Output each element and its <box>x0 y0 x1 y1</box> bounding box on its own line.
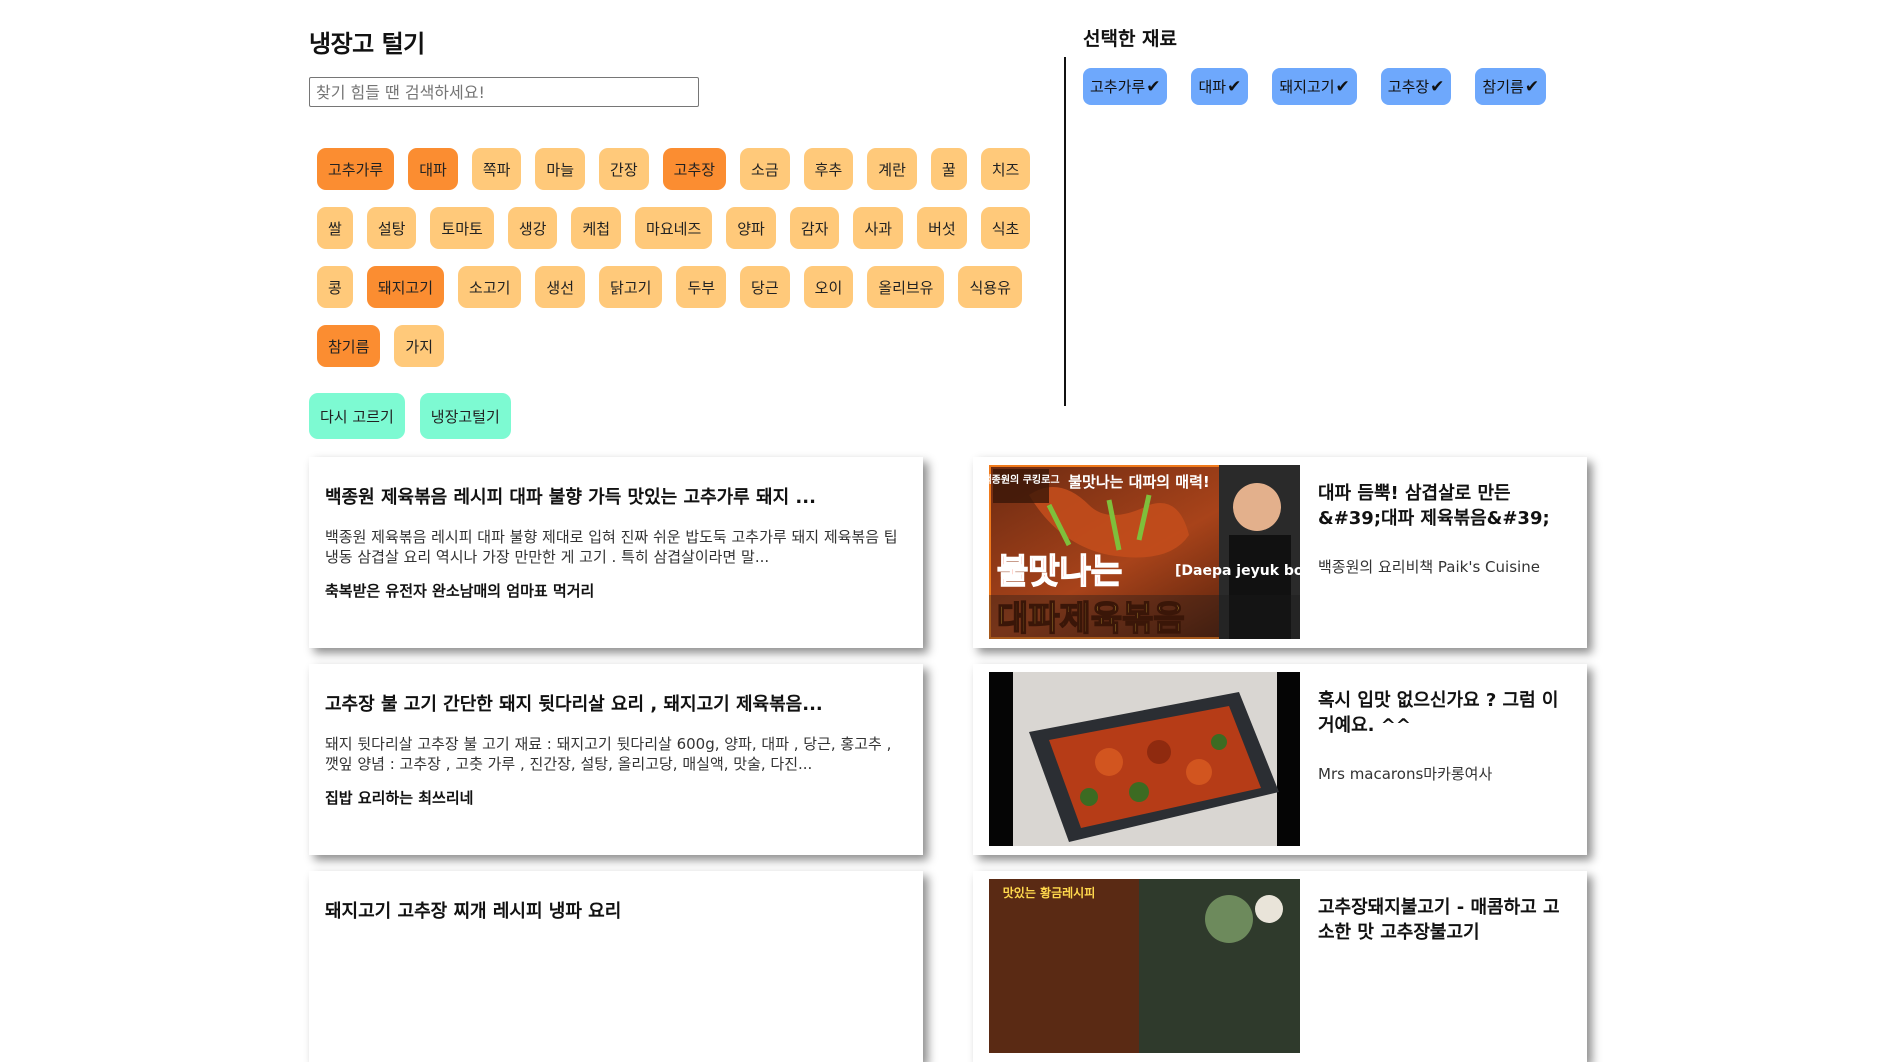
blog-description: 백종원 제육볶음 레시피 대파 불향 제대로 입혀 진짜 쉬운 밥도둑 고추가루… <box>325 528 898 566</box>
ingredient-chip[interactable]: 생선 <box>535 266 586 308</box>
video-thumbnail[interactable] <box>989 672 1300 846</box>
ingredient-chip-list: 고추가루 대파 쪽파 마늘 간장 고추장 소금 후추 계란 꿀 치즈쌀 설탕 토마토 생강 케첩 마요네즈 양파… <box>317 148 1062 384</box>
check-icon: ✔ <box>1146 76 1161 97</box>
ingredient-chip[interactable]: 감자 <box>789 207 840 249</box>
thumbnail-headline-2: 대파제육볶음 <box>997 599 1185 639</box>
video-card[interactable]: 백종원의 쿠킹로그 불맛나는 대파의 매력! 불맛나는 [Daepa jeyuk… <box>973 457 1587 648</box>
selected-ingredient-chip[interactable]: 참기름 ✔ <box>1475 68 1547 105</box>
blog-title[interactable]: 고추장 불 고기 간단한 돼지 뒷다리살 요리 , 돼지고기 제육볶음... <box>325 690 907 716</box>
video-thumbnail-image: 백종원의 쿠킹로그 불맛나는 대파의 매력! 불맛나는 [Daepa jeyuk… <box>989 465 1300 639</box>
ingredient-chip[interactable]: 올리브유 <box>867 266 945 308</box>
ingredient-chip[interactable]: 마요네즈 <box>635 207 713 249</box>
action-bar: 다시 고르기 냉장고털기 <box>309 393 511 439</box>
video-channel: Mrs macarons마카롱여사 <box>1318 765 1493 783</box>
ingredient-chip[interactable]: 식용유 <box>958 266 1022 308</box>
ingredient-chip[interactable]: 생강 <box>507 207 558 249</box>
video-title[interactable]: 혹시 입맛 없으신가요 ? 그럼 이거예요. ^^ <box>1318 688 1568 738</box>
selected-ingredient-label: 고추장 <box>1387 78 1430 96</box>
blog-card[interactable]: 고추장 불 고기 간단한 돼지 뒷다리살 요리 , 돼지고기 제육볶음... 돼… <box>309 664 923 855</box>
video-thumbnail[interactable]: 백종원의 쿠킹로그 불맛나는 대파의 매력! 불맛나는 [Daepa jeyuk… <box>989 465 1300 639</box>
ingredient-chip[interactable]: 버섯 <box>917 207 967 249</box>
thumbnail-badge-text: 맛있는 황금레시피 <box>1003 885 1096 900</box>
selected-panel-title: 선택한 재료 <box>1083 28 1178 50</box>
video-card[interactable]: 맛있는 황금레시피 고추장돼지불고기 - 매콤하고 고소한 맛 고추장불고기 <box>973 871 1587 1062</box>
selected-ingredient-label: 대파 <box>1198 78 1227 96</box>
page-title: 냉장고 털기 <box>309 30 425 58</box>
ingredient-chip[interactable]: 꿀 <box>930 148 967 190</box>
ingredient-chip[interactable]: 설탕 <box>366 207 417 249</box>
check-icon: ✔ <box>1227 76 1242 97</box>
ingredient-chip[interactable]: 쪽파 <box>471 148 522 190</box>
ingredient-chip[interactable]: 양파 <box>726 207 776 249</box>
video-thumbnail-image: 맛있는 황금레시피 <box>989 879 1300 1053</box>
ingredient-chip[interactable]: 쌀 <box>317 207 353 249</box>
thumbnail-top-text: 불맛나는 대파의 매력! <box>1068 473 1210 491</box>
selected-ingredient-label: 고추가루 <box>1090 78 1146 96</box>
ingredient-chip[interactable]: 사과 <box>853 207 904 249</box>
selected-ingredient-chip[interactable]: 대파 ✔ <box>1191 68 1249 105</box>
ingredient-chip[interactable]: 콩 <box>317 266 353 308</box>
check-icon: ✔ <box>1430 76 1445 97</box>
ingredient-chip[interactable]: 케첩 <box>571 207 622 249</box>
page: 냉장고 털기 고추가루대파쪽파마늘간장고추장소금후추계란꿀치즈쌀설탕토마토생강케… <box>309 0 1591 1062</box>
thumbnail-badge-text: 백종원의 쿠킹로그 <box>989 473 1060 486</box>
selected-ingredient-chip[interactable]: 고추장 ✔ <box>1380 68 1452 105</box>
ingredient-chip[interactable]: 두부 <box>676 266 727 308</box>
ingredient-chip[interactable]: 대파 <box>408 148 458 190</box>
check-icon: ✔ <box>1335 76 1350 97</box>
blog-card[interactable]: 돼지고기 고추장 찌개 레시피 냉파 요리 <box>309 871 923 1062</box>
selected-chip-list: 고추가루 ✔ 대파 ✔ 돼지고기 ✔ 고추장 ✔ 참기름 ✔ <box>1083 68 1583 122</box>
ingredient-chip[interactable]: 고추가루 <box>317 148 395 190</box>
ingredient-chip[interactable]: 닭고기 <box>599 266 663 308</box>
video-channel: 백종원의 요리비책 Paik's Cuisine <box>1318 558 1540 576</box>
video-card[interactable]: 혹시 입맛 없으신가요 ? 그럼 이거예요. ^^ Mrs macarons마카… <box>973 664 1587 855</box>
ingredient-chip[interactable]: 참기름 <box>317 325 381 367</box>
blog-title[interactable]: 돼지고기 고추장 찌개 레시피 냉파 요리 <box>325 897 907 923</box>
video-thumbnail[interactable]: 맛있는 황금레시피 <box>989 879 1300 1053</box>
ingredient-chip[interactable]: 토마토 <box>430 207 494 249</box>
ingredient-chip[interactable]: 후추 <box>803 148 854 190</box>
ingredient-chip[interactable]: 고추장 <box>662 148 727 190</box>
video-title[interactable]: 대파 듬뿍! 삼겹살로 만든 &#39;대파 제육볶음&#39; <box>1318 481 1568 531</box>
ingredient-chip[interactable]: 돼지고기 <box>366 266 445 308</box>
ingredient-chip[interactable]: 치즈 <box>980 148 1031 190</box>
selected-ingredient-chip[interactable]: 돼지고기 ✔ <box>1272 68 1357 105</box>
search-input[interactable] <box>309 77 699 107</box>
video-title[interactable]: 고추장돼지불고기 - 매콤하고 고소한 맛 고추장불고기 <box>1318 895 1568 945</box>
selected-ingredient-label: 돼지고기 <box>1279 78 1335 96</box>
ingredient-chip[interactable]: 간장 <box>599 148 649 190</box>
ingredient-chip[interactable]: 오이 <box>803 266 854 308</box>
ingredient-chip[interactable]: 가지 <box>394 325 445 367</box>
ingredient-chip[interactable]: 마늘 <box>535 148 586 190</box>
blog-card[interactable]: 백종원 제육볶음 레시피 대파 불향 가득 맛있는 고추가루 돼지 ... 백종… <box>309 457 923 648</box>
blog-author: 집밥 요리하는 최쓰리네 <box>325 789 474 807</box>
blog-description: 돼지 뒷다리살 고추장 불 고기 재료 : 돼지고기 뒷다리살 600g, 양파… <box>325 735 892 773</box>
ingredient-chip[interactable]: 소금 <box>740 148 790 190</box>
reset-button[interactable]: 다시 고르기 <box>309 393 405 439</box>
search-recipes-button[interactable]: 냉장고털기 <box>419 393 511 439</box>
check-icon: ✔ <box>1524 76 1540 97</box>
thumbnail-headline-1: 불맛나는 <box>997 552 1122 592</box>
selected-ingredient-chip[interactable]: 고추가루 ✔ <box>1083 68 1168 105</box>
ingredient-chip[interactable]: 계란 <box>867 148 917 190</box>
ingredient-chip[interactable]: 당근 <box>740 266 790 308</box>
blog-title[interactable]: 백종원 제육볶음 레시피 대파 불향 가득 맛있는 고추가루 돼지 ... <box>325 483 907 509</box>
selected-ingredient-label: 참기름 <box>1482 78 1524 96</box>
ingredient-chip[interactable]: 소고기 <box>458 266 522 308</box>
video-thumbnail-image <box>989 672 1300 846</box>
thumbnail-english-text: [Daepa jeyuk bokkeum] <box>1175 563 1300 579</box>
ingredient-chip[interactable]: 식초 <box>980 207 1031 249</box>
panel-divider <box>1064 57 1066 406</box>
blog-author: 축복받은 유전자 완소남매의 엄마표 먹거리 <box>325 582 595 600</box>
